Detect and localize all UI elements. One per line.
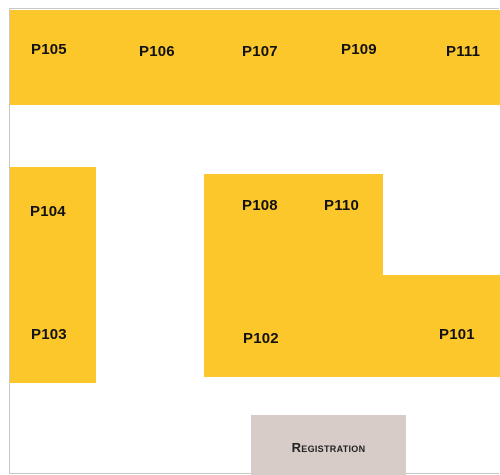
booth-p107[interactable]: P107	[242, 43, 278, 60]
booth-p102[interactable]: P102	[243, 330, 279, 347]
booth-p106[interactable]: P106	[139, 43, 175, 60]
booth-p108[interactable]: P108	[242, 197, 278, 214]
left-booth-column	[10, 167, 96, 383]
registration-label: Registration	[291, 440, 366, 455]
booth-p111[interactable]: P111	[446, 43, 480, 60]
floor-plan-map: P105 P106 P107 P109 P111 P104 P103 P108 …	[0, 0, 500, 475]
booth-p105[interactable]: P105	[31, 41, 67, 58]
registration-area[interactable]: Registration	[251, 415, 406, 475]
booth-p109[interactable]: P109	[341, 41, 377, 58]
booth-p110[interactable]: P110	[324, 197, 359, 214]
booth-p104[interactable]: P104	[30, 203, 66, 220]
booth-p101[interactable]: P101	[439, 326, 475, 343]
booth-p103[interactable]: P103	[31, 326, 67, 343]
